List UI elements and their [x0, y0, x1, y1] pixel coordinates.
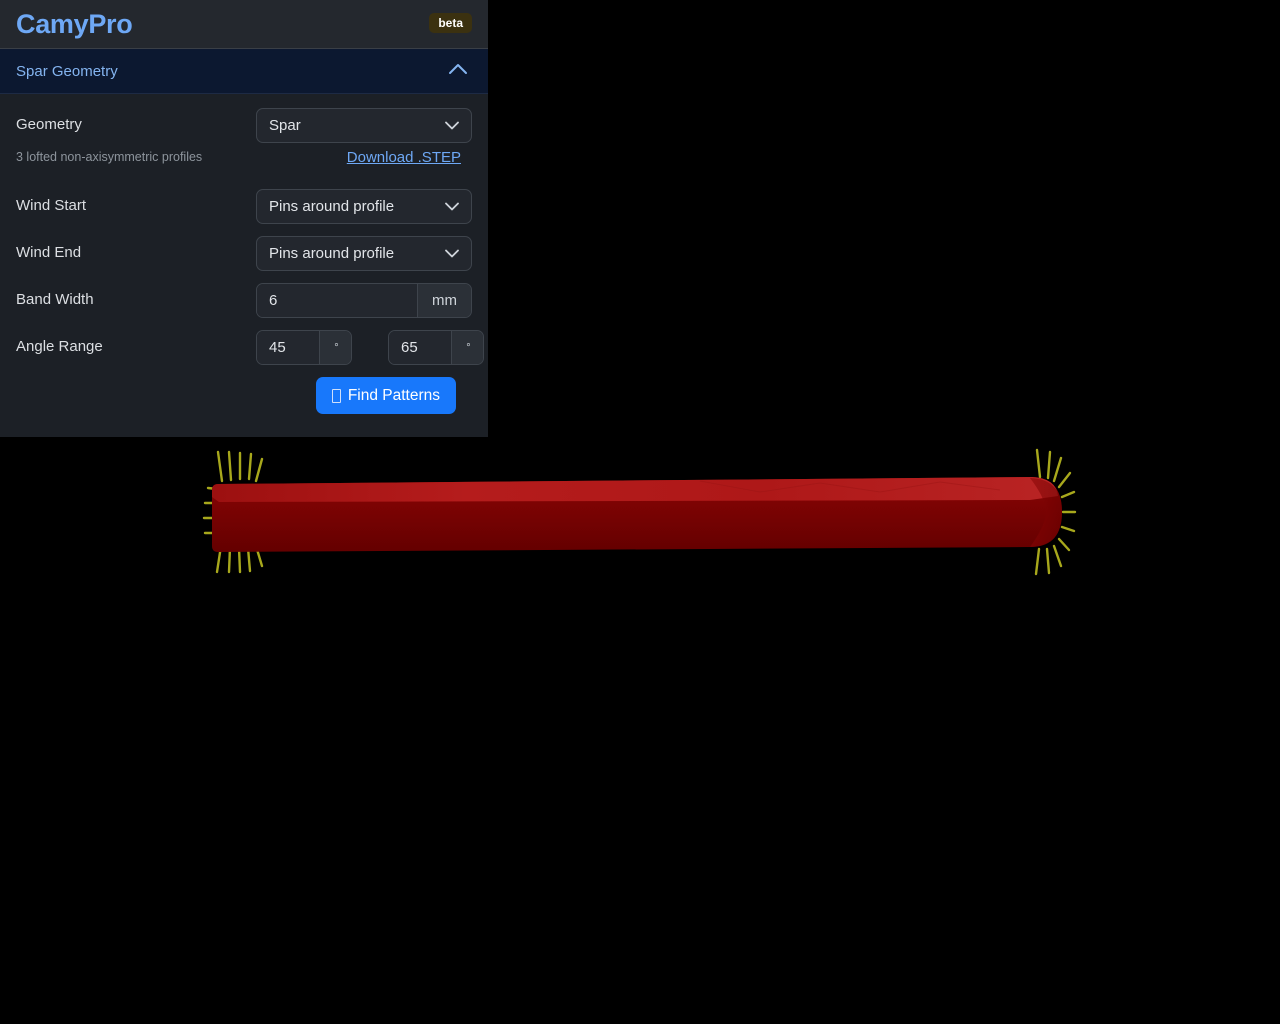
section-title: Spar Geometry: [16, 62, 118, 80]
row-geometry-hint: 3 lofted non-axisymmetric profiles Downl…: [16, 149, 472, 183]
angle-min-field[interactable]: °: [256, 330, 352, 365]
control-panel: CamyPro beta Spar Geometry Geometry Spar: [0, 0, 488, 437]
angle-min-input[interactable]: [257, 331, 319, 364]
row-wind-end: Wind End Pins around profile: [16, 236, 472, 271]
beta-badge: beta: [429, 13, 472, 34]
row-band-width: Band Width mm: [16, 283, 472, 318]
wind-start-label: Wind Start: [16, 197, 87, 214]
angle-range-group: ° °: [256, 330, 484, 365]
panel-body: Geometry Spar 3 lofted non-axisymmetric …: [0, 94, 488, 437]
spar-top-highlight: [212, 477, 1058, 502]
row-wind-start: Wind Start Pins around profile: [16, 189, 472, 224]
band-width-field[interactable]: mm: [256, 283, 472, 318]
geometry-hint: 3 lofted non-axisymmetric profiles: [16, 150, 203, 164]
wind-end-select[interactable]: Pins around profile: [256, 236, 472, 271]
wind-start-select[interactable]: Pins around profile: [256, 189, 472, 224]
row-submit: Find Patterns: [16, 377, 472, 414]
wind-start-select-value: Pins around profile: [269, 198, 395, 215]
angle-max-field[interactable]: °: [388, 330, 484, 365]
wind-end-select-value: Pins around profile: [269, 245, 395, 262]
chevron-up-icon[interactable]: [448, 62, 468, 80]
band-width-unit: mm: [417, 284, 471, 317]
row-angle-range: Angle Range ° °: [16, 330, 484, 365]
chevron-down-icon: [445, 117, 459, 134]
chevron-down-icon: [445, 245, 459, 262]
find-patterns-button[interactable]: Find Patterns: [315, 377, 456, 414]
app-root: CamyPro beta Spar Geometry Geometry Spar: [0, 0, 1280, 1024]
geometry-select-value: Spar: [269, 117, 301, 134]
geometry-select[interactable]: Spar: [256, 108, 472, 143]
wind-end-label: Wind End: [16, 244, 82, 261]
chevron-down-icon: [445, 198, 459, 215]
geometry-label: Geometry: [16, 116, 82, 133]
band-width-input[interactable]: [257, 284, 417, 317]
angle-range-label: Angle Range: [16, 338, 103, 355]
row-geometry: Geometry Spar: [16, 108, 472, 143]
find-patterns-label: Find Patterns: [347, 386, 440, 404]
angle-max-unit: °: [451, 331, 483, 364]
app-header: CamyPro beta: [0, 0, 488, 49]
download-step-link[interactable]: Download .STEP: [347, 149, 461, 166]
missing-glyph-icon: [331, 388, 341, 403]
app-title: CamyPro: [16, 8, 133, 39]
section-header-spar-geometry[interactable]: Spar Geometry: [0, 49, 488, 94]
angle-max-input[interactable]: [389, 331, 451, 364]
band-width-label: Band Width: [16, 291, 94, 308]
angle-min-unit: °: [319, 331, 351, 364]
